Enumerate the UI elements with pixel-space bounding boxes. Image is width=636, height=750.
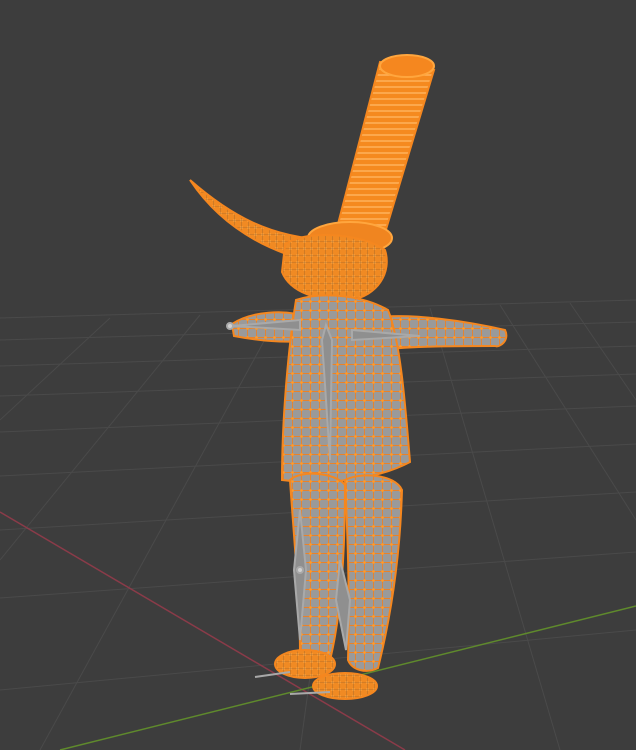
right-foot[interactable] <box>312 672 378 700</box>
bone-joint-hand <box>226 322 234 330</box>
top-hat[interactable] <box>307 54 436 255</box>
bone-joint <box>296 566 304 574</box>
right-leg[interactable] <box>343 474 404 672</box>
viewport-canvas[interactable] <box>0 0 636 750</box>
torso[interactable] <box>280 294 412 483</box>
3d-viewport[interactable] <box>0 0 636 750</box>
head[interactable] <box>280 233 388 302</box>
